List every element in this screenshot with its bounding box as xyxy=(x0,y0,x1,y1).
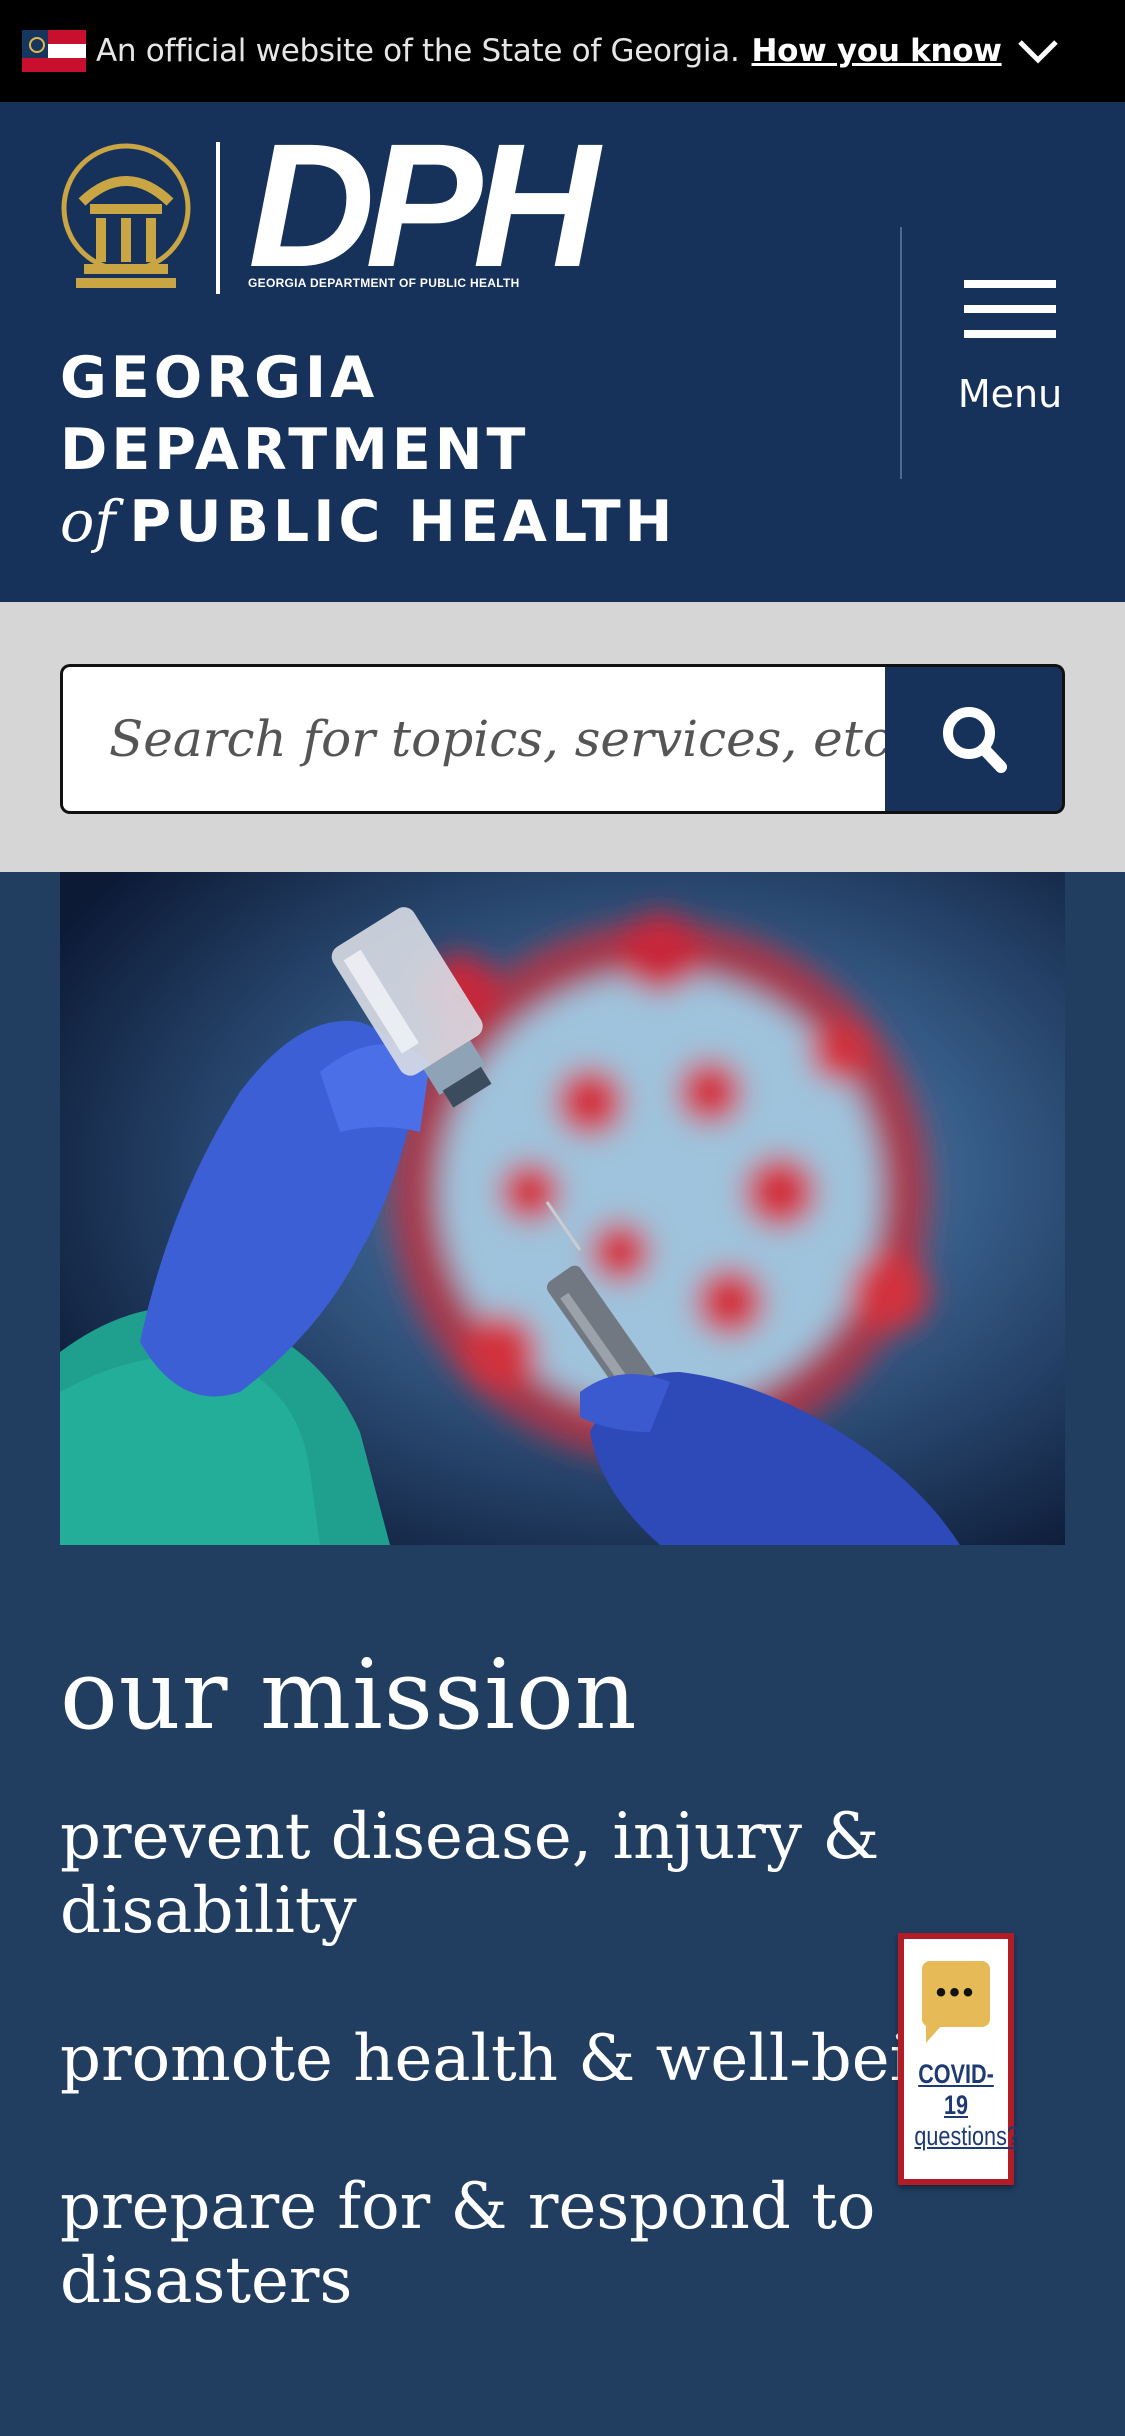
mission-item-promote-line-1: promote health & well-being xyxy=(60,2022,993,2096)
menu-divider xyxy=(900,227,902,479)
org-name[interactable]: GEORGIA DEPARTMENT of PUBLIC HEALTH xyxy=(60,342,676,558)
hero-image-vaccine xyxy=(60,872,1065,1545)
dph-logo-text: DPH xyxy=(248,108,600,304)
hamburger-icon xyxy=(964,280,1056,338)
search-icon xyxy=(942,707,1007,773)
org-name-line-3: PUBLIC HEALTH xyxy=(129,489,677,555)
georgia-seal-logo[interactable] xyxy=(60,142,192,294)
vaccine-photo xyxy=(60,872,1065,1545)
search-form xyxy=(60,664,1065,814)
covid-widget-line-1: COVID-19 xyxy=(918,2059,994,2120)
org-name-line-1: GEORGIA xyxy=(60,345,379,411)
chevron-down-icon[interactable] xyxy=(1016,36,1060,66)
dph-logo[interactable]: DPH GEORGIA DEPARTMENT OF PUBLIC HEALTH xyxy=(248,108,600,304)
mission-item-prepare: prepare for & respond to disasters xyxy=(60,2170,875,2318)
search-input[interactable] xyxy=(60,664,885,814)
site-header: DPH GEORGIA DEPARTMENT OF PUBLIC HEALTH … xyxy=(0,102,1125,602)
search-section xyxy=(0,602,1125,872)
mission-item-prevent-line-1: prevent disease, injury & xyxy=(60,1800,880,1874)
mission-item-promote: promote health & well-being xyxy=(60,2022,992,2096)
chat-bubble-icon: ••• xyxy=(922,1961,990,2043)
how-you-know-link[interactable]: How you know xyxy=(752,33,1002,69)
logo-divider xyxy=(216,142,220,294)
org-name-of: of xyxy=(60,489,116,555)
mission-item-prevent: prevent disease, injury & disability xyxy=(60,1800,879,1948)
menu-button[interactable]: Menu xyxy=(940,272,1080,432)
mission-section: our mission prevent disease, injury & di… xyxy=(60,1630,1065,2318)
search-button[interactable] xyxy=(885,664,1065,814)
georgia-flag-icon xyxy=(22,30,86,72)
covid-questions-widget[interactable]: ••• COVID-19 questions? xyxy=(898,1933,1019,2185)
mission-item-prepare-line-1: prepare for & respond to xyxy=(60,2170,876,2244)
org-name-line-2: DEPARTMENT xyxy=(60,417,530,483)
menu-label: Menu xyxy=(957,372,1063,416)
official-banner: An official website of the State of Geor… xyxy=(0,0,1125,102)
mission-item-prevent-line-2: disability xyxy=(60,1874,357,1948)
official-site-text: An official website of the State of Geor… xyxy=(96,33,740,69)
dph-logo-subtitle: GEORGIA DEPARTMENT OF PUBLIC HEALTH xyxy=(248,276,520,290)
covid-widget-line-2: questions? xyxy=(914,2121,1019,2151)
mission-heading: our mission xyxy=(60,1639,638,1751)
mission-item-prepare-line-2: disasters xyxy=(60,2244,353,2318)
